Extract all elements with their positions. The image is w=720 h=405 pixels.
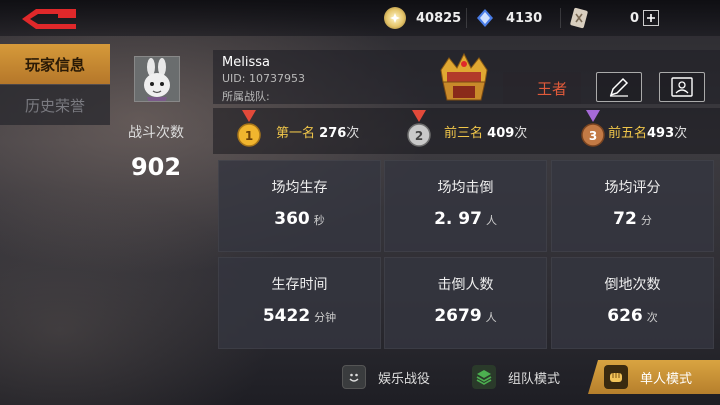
stat-unit: 次 <box>646 311 658 324</box>
stat-cell-downed-count: 倒地次数 626 次 <box>551 257 714 349</box>
top-three-count: 409 <box>487 126 515 141</box>
stat-cell-survival-time: 生存时间 5422 分钟 <box>218 257 381 349</box>
gold-medal-icon: 1 <box>237 110 261 147</box>
card-ticket-icon <box>568 7 590 29</box>
top-five-stat: 前五名493次 <box>608 122 687 141</box>
edit-button[interactable] <box>596 72 642 102</box>
rabbit-avatar-icon <box>135 57 179 101</box>
id-card-icon <box>671 77 693 97</box>
rank-text: 王者 <box>536 79 567 98</box>
back-button[interactable] <box>18 6 80 32</box>
squad-layers-icon <box>472 365 496 389</box>
stat-cell-avg-knockdowns: 场均击倒 2. 97 人 <box>384 160 547 252</box>
first-place-stat: 第一名 276次 <box>276 122 359 141</box>
diamond-amount: 4130 <box>506 10 543 26</box>
top-three-stat: 前三名 409次 <box>444 122 527 141</box>
stat-value: 360 <box>274 209 310 229</box>
stat-value: 2. 97 <box>434 209 482 229</box>
profile-card-button[interactable] <box>659 72 705 102</box>
top-five-unit: 次 <box>674 126 688 141</box>
crown-rank-icon <box>440 52 488 101</box>
ticket-currency: 0 <box>568 6 660 30</box>
stat-label: 倒地次数 <box>604 277 661 293</box>
stat-label: 场均击倒 <box>437 180 494 196</box>
svg-text:3: 3 <box>589 129 597 143</box>
mode-solo-button[interactable]: 单人模式 <box>588 360 720 394</box>
plus-icon <box>647 14 656 22</box>
diamond-icon <box>474 7 496 29</box>
stat-value: 626 <box>607 306 643 326</box>
tab-player-info[interactable]: 玩家信息 <box>0 44 110 84</box>
first-place-count: 276 <box>319 126 347 141</box>
stat-unit: 人 <box>485 311 497 324</box>
diamond-currency: 4130 <box>474 6 542 30</box>
gold-amount: 40825 <box>416 10 462 26</box>
stat-label: 场均生存 <box>271 180 328 196</box>
divider <box>560 8 561 28</box>
avatar[interactable] <box>134 56 180 102</box>
top-three-label: 前三名 <box>444 126 484 141</box>
stat-value: 72 <box>613 209 637 229</box>
top-three-unit: 次 <box>514 126 528 141</box>
player-name: Melissa <box>222 55 270 70</box>
first-place-label: 第一名 <box>276 126 316 141</box>
stat-unit: 人 <box>485 214 497 227</box>
mode-casual-button[interactable]: 娱乐战役 <box>342 360 430 394</box>
stat-unit: 秒 <box>313 214 325 227</box>
player-team: 所属战队: <box>222 90 270 103</box>
stat-cell-avg-survival: 场均生存 360 秒 <box>218 160 381 252</box>
silver-medal-icon: 2 <box>407 110 431 147</box>
svg-text:1: 1 <box>245 129 253 143</box>
tab-history-honor[interactable]: 历史荣誉 <box>0 85 110 125</box>
smiley-icon <box>342 365 366 389</box>
stat-value: 2679 <box>434 306 482 326</box>
stat-unit: 分 <box>640 214 652 227</box>
gold-coin-icon <box>384 7 406 29</box>
mode-casual-label: 娱乐战役 <box>378 371 431 387</box>
player-uid: UID: 10737953 <box>222 72 305 85</box>
stat-cell-knockdown-count: 击倒人数 2679 人 <box>384 257 547 349</box>
ticket-amount: 0 <box>630 10 640 26</box>
stat-cell-avg-score: 场均评分 72 分 <box>551 160 714 252</box>
battles-label: 战斗次数 <box>128 125 184 141</box>
stat-label: 击倒人数 <box>437 277 494 293</box>
stat-label: 场均评分 <box>604 180 661 196</box>
mode-squad-button[interactable]: 组队模式 <box>472 360 560 394</box>
svg-text:2: 2 <box>415 129 423 143</box>
gold-currency: 40825 <box>384 6 461 30</box>
divider <box>466 8 467 28</box>
fist-icon <box>604 365 628 389</box>
first-place-unit: 次 <box>346 126 360 141</box>
add-ticket-button[interactable] <box>643 10 660 26</box>
mode-solo-label: 单人模式 <box>640 371 693 387</box>
rank-badge: 王者 <box>503 72 581 104</box>
battles-value: 902 <box>130 153 182 181</box>
stat-label: 生存时间 <box>271 277 328 293</box>
stat-value: 5422 <box>262 306 311 326</box>
top-five-count: 493 <box>647 126 675 141</box>
bronze-medal-icon: 3 <box>581 110 605 147</box>
mode-squad-label: 组队模式 <box>508 371 561 387</box>
pencil-icon <box>609 77 629 97</box>
stat-unit: 分钟 <box>314 311 337 324</box>
top-five-label: 前五名 <box>608 126 648 141</box>
